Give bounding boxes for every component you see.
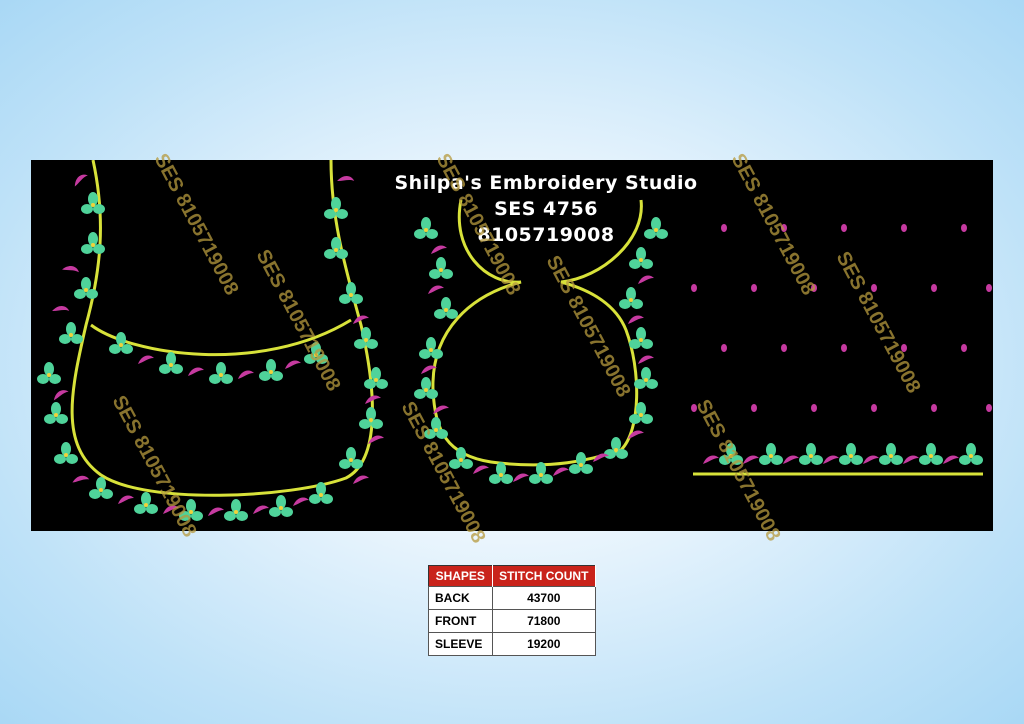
dot-motif	[721, 344, 727, 352]
dot-motif	[961, 344, 967, 352]
stitch-count-table: SHAPES STITCH COUNT BACK 43700 FRONT 718…	[428, 565, 597, 656]
leaf-motif	[224, 499, 248, 521]
dot-motif	[691, 284, 697, 292]
phone-number: 8105719008	[477, 224, 615, 246]
vine-motif	[823, 455, 839, 464]
stitch-count: 43700	[491, 586, 597, 610]
leaf-motif	[339, 282, 363, 304]
vine-motif	[138, 355, 154, 364]
vine-motif	[52, 389, 70, 401]
dot-motif	[721, 224, 727, 232]
shape-name: BACK	[428, 586, 493, 610]
table-header-shapes: SHAPES	[428, 565, 493, 587]
leaf-motif	[919, 443, 943, 465]
leaf-motif	[269, 495, 293, 517]
vine-motif	[188, 367, 204, 376]
leaf-motif	[434, 297, 458, 319]
leaf-motif	[429, 257, 453, 279]
design-code: SES 4756	[494, 198, 598, 220]
leaf-motif	[209, 362, 233, 384]
dot-motif	[871, 404, 877, 412]
shape-name: SLEEVE	[428, 632, 493, 656]
leaf-motif	[44, 402, 68, 424]
vine-motif	[353, 475, 369, 484]
vine-motif	[863, 455, 879, 464]
leaf-motif	[324, 237, 348, 259]
leaf-motif	[879, 443, 903, 465]
dot-motif	[901, 224, 907, 232]
leaf-motif	[37, 362, 61, 384]
table-row: BACK 43700	[428, 586, 597, 610]
leaf-motif	[134, 492, 158, 514]
dot-motif	[961, 224, 967, 232]
shape-name: FRONT	[428, 609, 493, 633]
dot-motif	[986, 284, 992, 292]
dot-motif	[841, 344, 847, 352]
vine-motif	[293, 497, 309, 506]
table-header-row: SHAPES STITCH COUNT	[428, 565, 597, 587]
dot-motif	[751, 404, 757, 412]
vine-motif	[253, 505, 269, 514]
vine-motif	[553, 467, 569, 476]
vine-motif	[71, 173, 90, 187]
dot-motif	[841, 224, 847, 232]
vine-motif	[903, 455, 919, 464]
leaf-motif	[629, 402, 653, 424]
leaf-motif	[759, 443, 783, 465]
vine-motif	[473, 465, 489, 474]
vine-motif	[62, 262, 81, 278]
vine-motif	[638, 275, 654, 284]
vine-motif	[628, 315, 644, 324]
vine-motif	[783, 455, 799, 464]
vine-motif	[638, 355, 654, 364]
leaf-motif	[364, 367, 388, 389]
back-neckline	[37, 160, 388, 521]
leaf-motif	[959, 443, 983, 465]
vine-motif	[118, 495, 134, 504]
leaf-motif	[81, 192, 105, 214]
leaf-motif	[259, 359, 283, 381]
vine-motif	[52, 303, 71, 317]
vine-motif	[238, 370, 254, 379]
leaf-motif	[449, 447, 473, 469]
leaf-motif	[799, 443, 823, 465]
leaf-motif	[59, 322, 83, 344]
leaf-motif	[619, 287, 643, 309]
embroidery-design-canvas: Shilpa's Embroidery Studio SES 4756 8105…	[31, 150, 993, 547]
leaf-motif	[159, 352, 183, 374]
table-row: FRONT 71800	[428, 609, 597, 633]
vine-motif	[208, 507, 224, 516]
dot-motif	[931, 404, 937, 412]
dot-motif	[781, 344, 787, 352]
dot-motif	[931, 284, 937, 292]
leaf-motif	[629, 327, 653, 349]
dot-motif	[811, 404, 817, 412]
vine-motif	[72, 474, 90, 486]
table-row: SLEEVE 19200	[428, 632, 597, 656]
leaf-motif	[839, 443, 863, 465]
table-header-stitch-count: STITCH COUNT	[492, 565, 597, 587]
vine-motif	[513, 473, 529, 482]
vine-motif	[285, 360, 301, 369]
stitch-count: 19200	[491, 632, 597, 656]
leaf-motif	[54, 442, 78, 464]
vine-motif	[428, 285, 444, 294]
stitch-count: 71800	[491, 609, 597, 633]
dot-motif	[986, 404, 992, 412]
vine-motif	[943, 455, 959, 464]
vine-motif	[337, 173, 356, 187]
dot-motif	[751, 284, 757, 292]
studio-title-block: Shilpa's Embroidery Studio SES 4756 8105…	[391, 172, 701, 252]
leaf-motif	[339, 447, 363, 469]
